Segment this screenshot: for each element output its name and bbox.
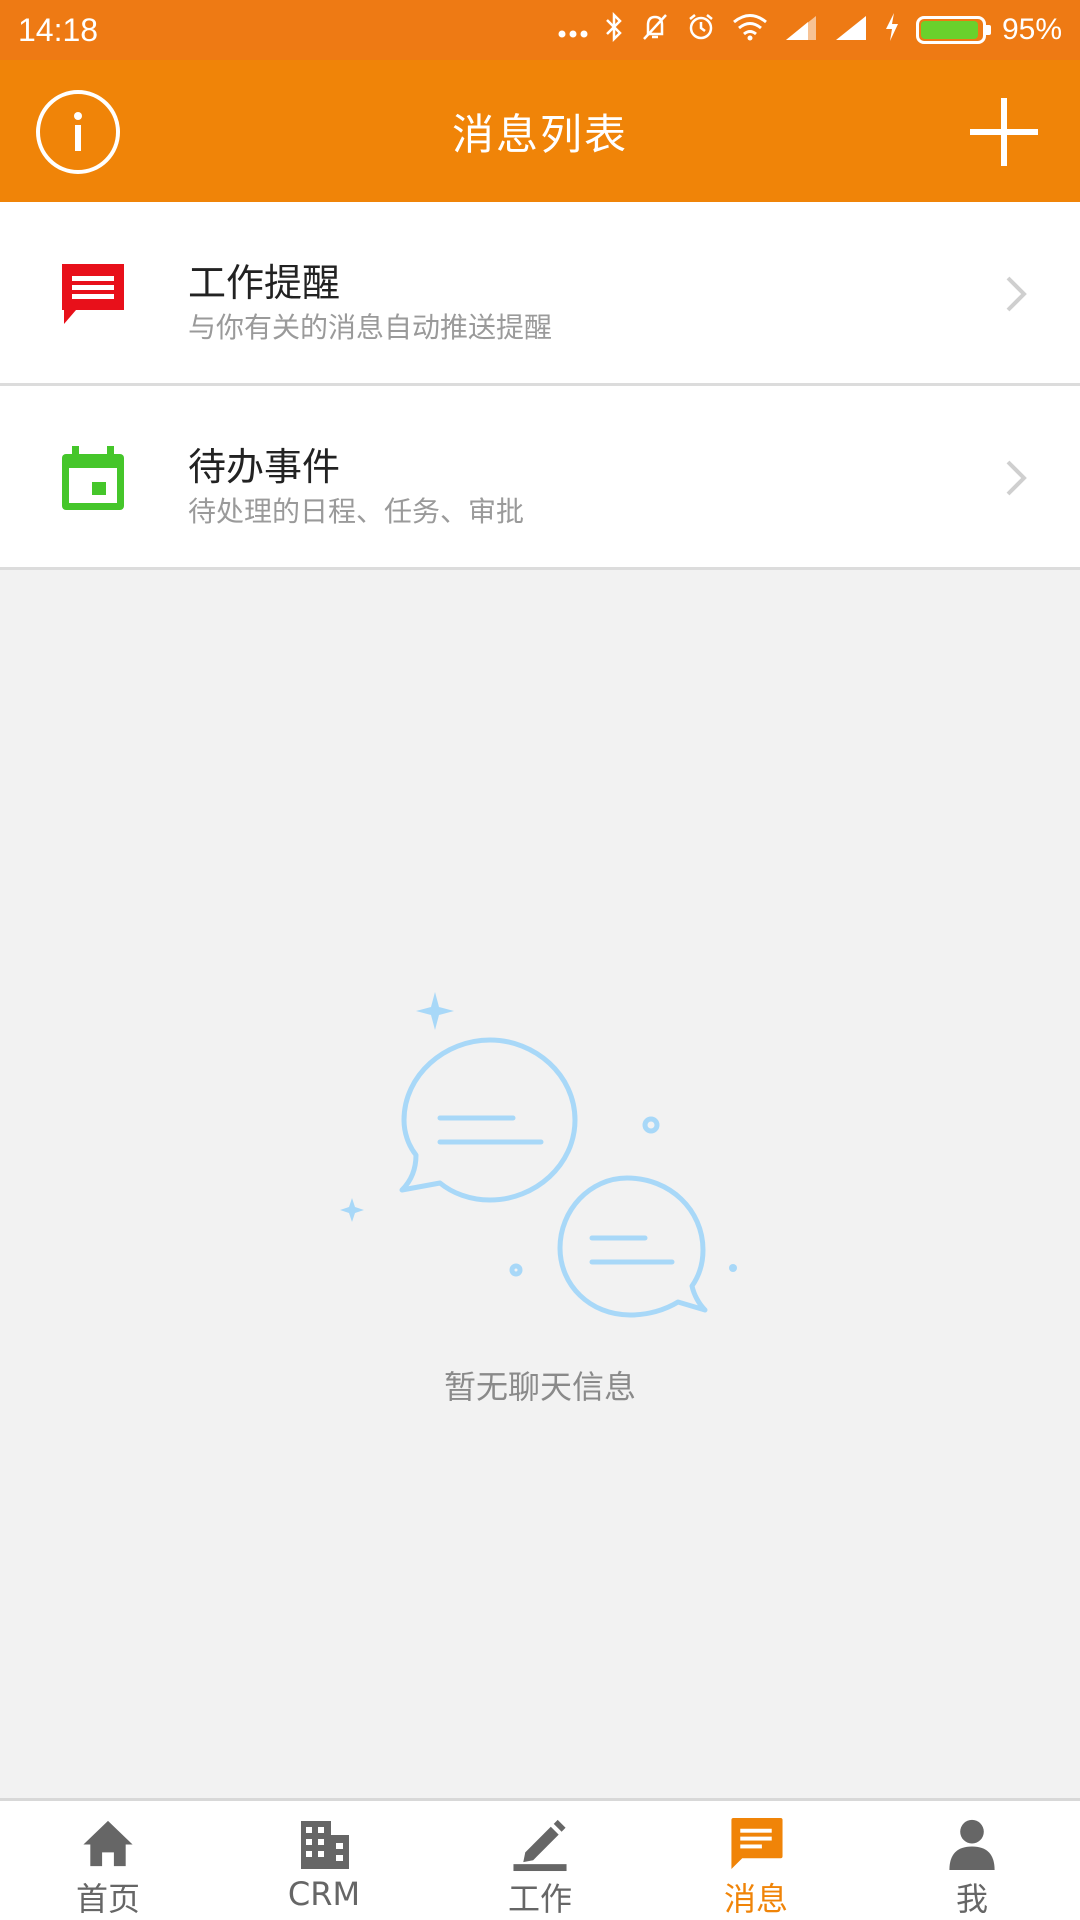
list-item-subtitle: 与你有关的消息自动推送提醒: [188, 311, 553, 344]
battery-level: [920, 21, 978, 39]
chat-bubbles-illustration: [340, 992, 737, 1318]
list-item-subtitle: 待处理的日程、任务、审批: [188, 495, 525, 528]
empty-state-text: 暂无聊天信息: [443, 1368, 636, 1406]
tab-label: 消息: [723, 1880, 788, 1918]
message-list: 工作提醒 与你有关的消息自动推送提醒 待办事件 待处理的日程、任务、审批: [0, 202, 1080, 570]
battery-percent: 95%: [1001, 13, 1062, 46]
tab-label: 我: [955, 1880, 988, 1918]
tab-label: CRM: [287, 1875, 361, 1913]
status-time: 14:18: [18, 11, 99, 48]
pencil-icon: [513, 1819, 567, 1872]
list-item-todo[interactable]: 待办事件 待处理的日程、任务、审批: [0, 386, 1080, 570]
app-bar: 消息列表: [0, 60, 1080, 202]
bottom-tab-bar: 首页 CRM 工作 消息 我: [0, 1798, 1080, 1920]
charging-icon: [884, 12, 900, 49]
list-item-work-reminder[interactable]: 工作提醒 与你有关的消息自动推送提醒: [0, 202, 1080, 386]
add-button[interactable]: [968, 96, 1040, 168]
status-icons: 95%: [558, 11, 1062, 49]
wifi-icon: [732, 13, 768, 48]
mute-icon: [640, 12, 670, 49]
person-icon: [949, 1819, 995, 1871]
message-icon: [58, 260, 128, 330]
chevron-right-icon: [1006, 276, 1027, 312]
tab-work[interactable]: 工作: [432, 1801, 648, 1920]
empty-state: 暂无聊天信息: [0, 980, 1080, 1406]
battery-icon: [915, 16, 991, 44]
info-icon: [74, 112, 82, 151]
tab-messages[interactable]: 消息: [648, 1801, 864, 1920]
tab-home[interactable]: 首页: [0, 1801, 216, 1920]
signal-icon: [784, 14, 818, 47]
tab-label: 工作: [507, 1880, 572, 1918]
message-icon: [731, 1817, 783, 1870]
bluetooth-icon: [604, 11, 624, 49]
more-dots-icon: [558, 15, 588, 45]
signal-icon: [834, 14, 868, 47]
chevron-right-icon: [1006, 460, 1027, 496]
status-bar: 14:18 95%: [0, 0, 1080, 60]
list-item-title: 待办事件: [188, 445, 341, 489]
list-item-title: 工作提醒: [188, 261, 341, 305]
building-icon: [301, 1821, 349, 1869]
tab-label: 首页: [75, 1880, 140, 1918]
tab-me[interactable]: 我: [864, 1801, 1080, 1920]
tab-crm[interactable]: CRM: [216, 1801, 432, 1920]
calendar-icon: [58, 444, 128, 514]
home-icon: [83, 1820, 133, 1867]
plus-icon: [970, 98, 1038, 166]
alarm-icon: [686, 12, 716, 49]
page-title: 消息列表: [451, 109, 628, 159]
info-button[interactable]: [36, 90, 120, 174]
